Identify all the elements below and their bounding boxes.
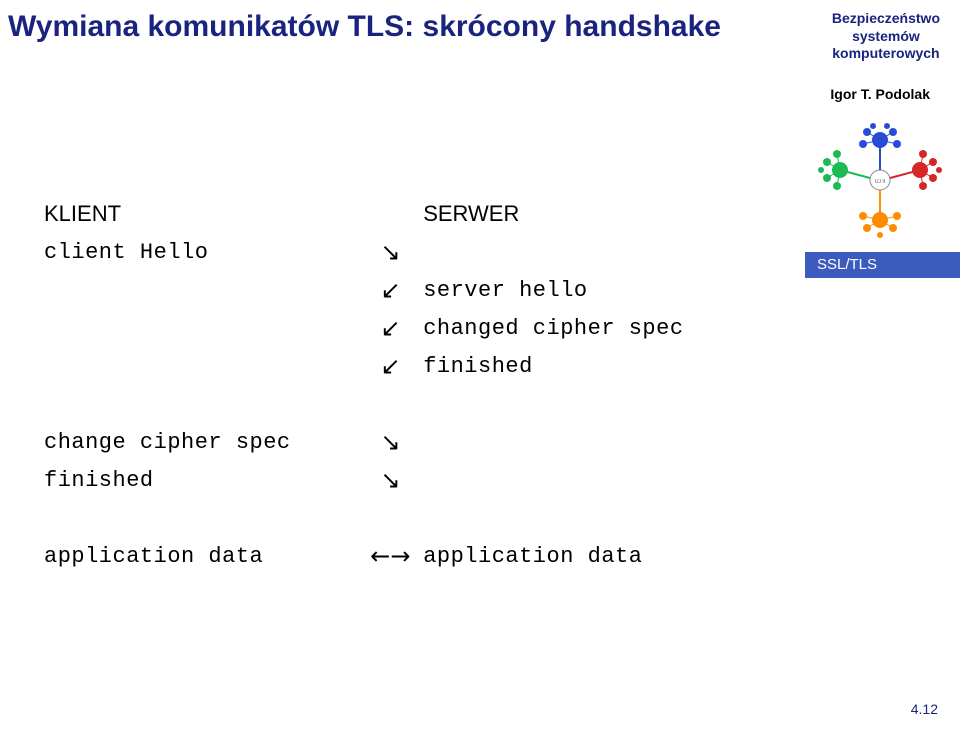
client-column-header: KLIENT — [40, 195, 362, 233]
header-line-1: Bezpieczeństwo — [832, 10, 940, 28]
arrow-both-icon: ←→ — [362, 537, 420, 575]
table-row: client Hello ↘ — [40, 233, 760, 271]
slide: Wymiana komunikatów TLS: skrócony handsh… — [0, 0, 960, 735]
arrow-to-client-icon: ↙ — [362, 271, 420, 309]
arrow-to-server-icon: ↘ — [362, 233, 420, 271]
author-name: Igor T. Podolak — [830, 86, 930, 102]
handshake-table: KLIENT SERWER client Hello ↘ ↙ server he… — [40, 195, 760, 575]
slide-title: Wymiana komunikatów TLS: skrócony handsh… — [8, 10, 721, 44]
logo-text: UJ II — [875, 179, 885, 185]
table-row: finished ↘ — [40, 461, 760, 499]
changed-cipher-spec-cell: changed cipher spec — [419, 309, 760, 347]
app-data-client-cell: application data — [40, 537, 362, 575]
app-data-server-cell: application data — [419, 537, 760, 575]
handshake-table-container: KLIENT SERWER client Hello ↘ ↙ server he… — [40, 195, 760, 575]
university-logo-icon: UJ II — [815, 120, 945, 240]
client-hello-cell: client Hello — [40, 233, 362, 271]
table-header-row: KLIENT SERWER — [40, 195, 760, 233]
table-row: ↙ finished — [40, 347, 760, 385]
table-row: ↙ changed cipher spec — [40, 309, 760, 347]
table-row: application data ←→ application data — [40, 537, 760, 575]
topic-tag: SSL/TLS — [805, 252, 960, 278]
header-subtitle: Bezpieczeństwo systemów komputerowych — [832, 10, 940, 63]
server-finished-cell: finished — [419, 347, 760, 385]
server-hello-cell: server hello — [419, 271, 760, 309]
page-number: 4.12 — [911, 701, 938, 717]
client-finished-cell: finished — [40, 461, 362, 499]
table-row: ↙ server hello — [40, 271, 760, 309]
arrow-to-server-icon: ↘ — [362, 461, 420, 499]
header-line-2: systemów — [832, 28, 940, 46]
change-cipher-spec-cell: change cipher spec — [40, 423, 362, 461]
header-line-3: komputerowych — [832, 45, 940, 63]
arrow-to-client-icon: ↙ — [362, 309, 420, 347]
server-column-header: SERWER — [419, 195, 760, 233]
arrow-to-client-icon: ↙ — [362, 347, 420, 385]
arrow-to-server-icon: ↘ — [362, 423, 420, 461]
table-row: change cipher spec ↘ — [40, 423, 760, 461]
